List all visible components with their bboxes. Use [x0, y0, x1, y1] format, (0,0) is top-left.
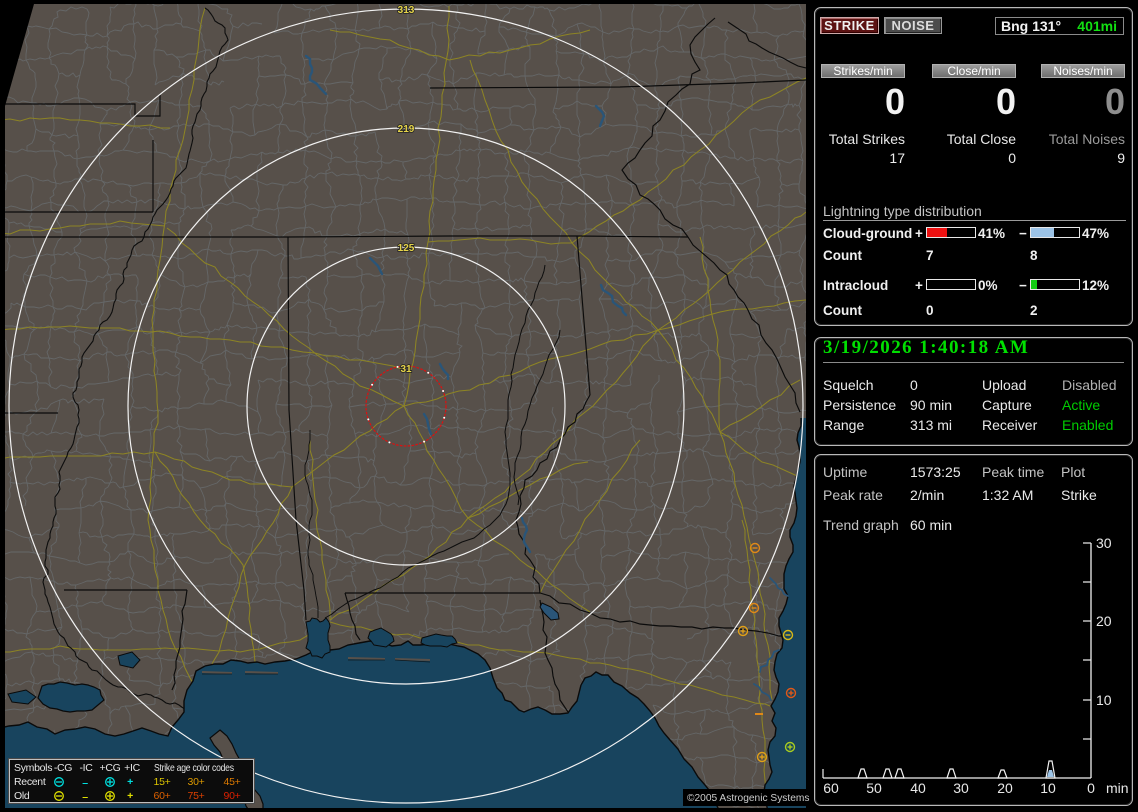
svg-text:60: 60 — [823, 780, 839, 796]
svg-text:30: 30 — [953, 780, 969, 796]
svg-text:31: 31 — [400, 364, 412, 375]
svg-text:20: 20 — [1096, 613, 1112, 629]
svg-text:min: min — [1106, 780, 1129, 796]
svg-text:©2005 Astrogenic Systems: ©2005 Astrogenic Systems — [687, 793, 809, 804]
svg-text:30: 30 — [1096, 535, 1112, 551]
svg-text:20: 20 — [997, 780, 1013, 796]
svg-text:10: 10 — [1096, 692, 1112, 708]
svg-text:50: 50 — [866, 780, 882, 796]
svg-text:10: 10 — [1040, 780, 1056, 796]
svg-text:0: 0 — [1087, 780, 1095, 796]
svg-text:219: 219 — [398, 124, 415, 135]
svg-text:40: 40 — [910, 780, 926, 796]
svg-text:125: 125 — [398, 243, 415, 254]
svg-text:313: 313 — [398, 5, 415, 16]
